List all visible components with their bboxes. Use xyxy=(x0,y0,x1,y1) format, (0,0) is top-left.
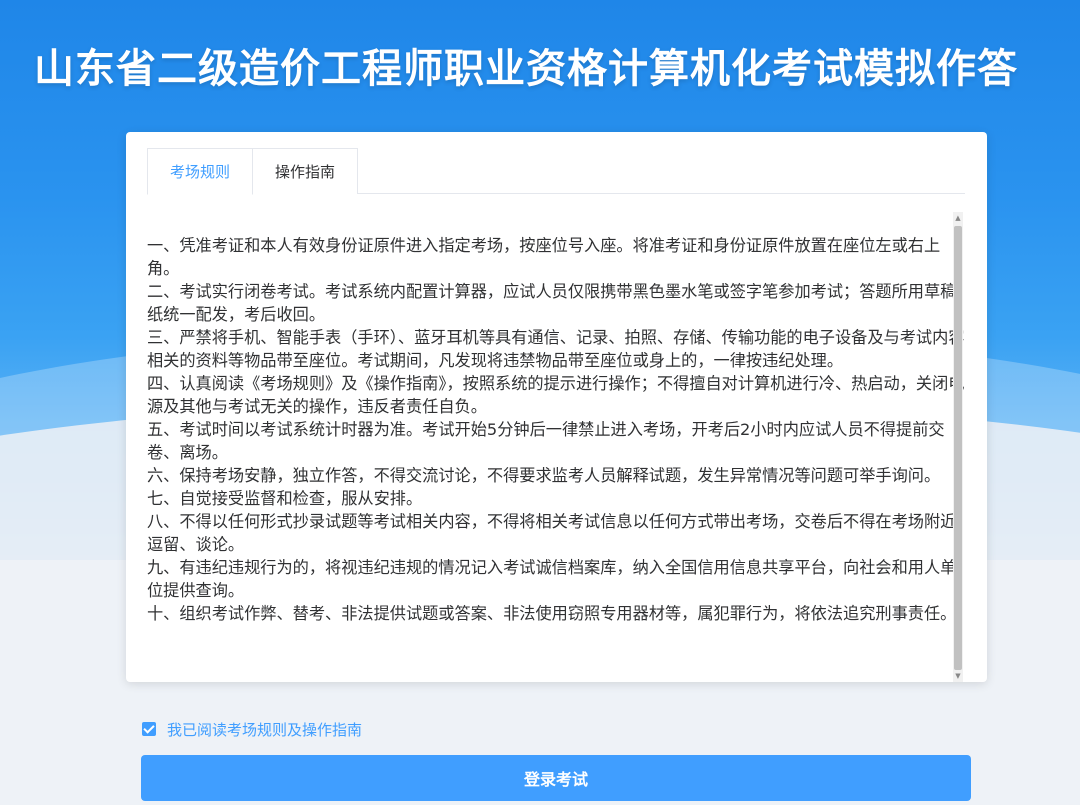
rule-item: 一、凭准考证和本人有效身份证原件进入指定考场，按座位号入座。将准考证和身份证原件… xyxy=(147,236,941,278)
scroll-up-arrow-icon[interactable]: ▲ xyxy=(954,214,962,222)
scroll-down-arrow-icon[interactable]: ▼ xyxy=(954,672,962,680)
agree-checkbox-row[interactable]: 我已阅读考场规则及操作指南 xyxy=(142,719,362,739)
rule-item: 三、严禁将手机、智能手表（手环）、蓝牙耳机等具有通信、记录、拍照、存储、传输功能… xyxy=(147,328,965,370)
rule-item: 四、认真阅读《考场规则》及《操作指南》，按照系统的提示进行操作；不得擅自对计算机… xyxy=(147,374,965,416)
content-scrollbar[interactable]: ▲ ▼ xyxy=(953,212,963,682)
tab-operation-guide[interactable]: 操作指南 xyxy=(253,148,359,194)
agree-label[interactable]: 我已阅读考场规则及操作指南 xyxy=(167,719,362,740)
rule-item: 八、不得以任何形式抄录试题等考试相关内容，不得将相关考试信息以任何方式带出考场，… xyxy=(147,512,957,554)
rule-item: 二、考试实行闭卷考试。考试系统内配置计算器，应试人员仅限携带黑色墨水笔或签字笔参… xyxy=(147,282,957,324)
rules-card: 考场规则 操作指南 一、凭准考证和本人有效身份证原件进入指定考场，按座位号入座。… xyxy=(126,132,987,682)
rule-item: 九、有违纪违规行为的，将视违纪违规的情况记入考试诚信档案库，纳入全国信用信息共享… xyxy=(147,558,957,600)
rule-item: 六、保持考场安静，独立作答，不得交流讨论，不得要求监考人员解释试题，发生异常情况… xyxy=(147,466,941,485)
scroll-thumb[interactable] xyxy=(954,226,962,670)
tab-bar: 考场规则 操作指南 xyxy=(147,148,965,195)
login-exam-button[interactable]: 登录考试 xyxy=(141,755,971,801)
rule-item: 十、组织考试作弊、替考、非法提供试题或答案、非法使用窃照专用器材等，属犯罪行为，… xyxy=(147,604,957,623)
page-title: 山东省二级造价工程师职业资格计算机化考试模拟作答 xyxy=(34,46,1018,92)
rule-item: 七、自觉接受监督和检查，服从安排。 xyxy=(147,489,423,508)
rules-content: 一、凭准考证和本人有效身份证原件进入指定考场，按座位号入座。将准考证和身份证原件… xyxy=(147,212,965,680)
rule-item: 五、考试时间以考试系统计时器为准。考试开始5分钟后一律禁止进入考场，开考后2小时… xyxy=(147,420,945,462)
tab-exam-rules[interactable]: 考场规则 xyxy=(147,148,254,195)
agree-checkbox[interactable] xyxy=(142,722,156,736)
